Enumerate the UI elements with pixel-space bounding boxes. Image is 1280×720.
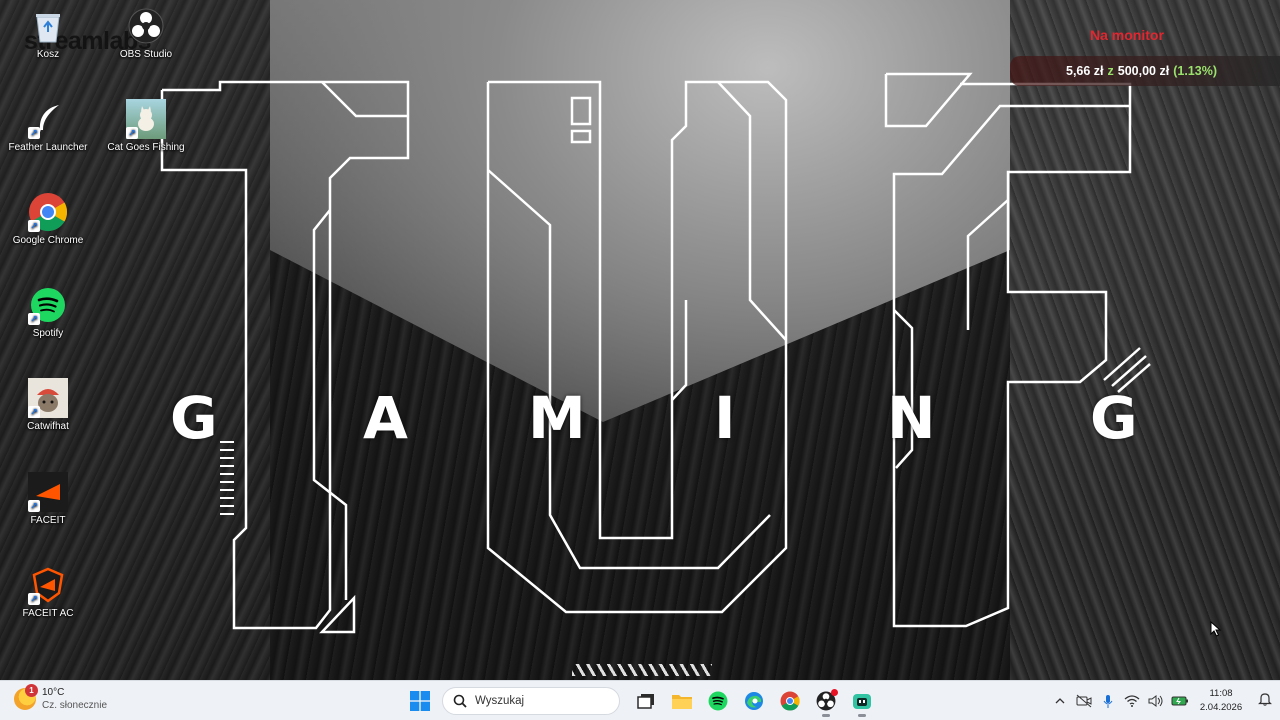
wifi-icon[interactable] [1120, 681, 1144, 720]
clock-date: 2.04.2026 [1199, 702, 1243, 713]
shortcut-arrow-icon: ↗ [28, 313, 40, 325]
obs-icon [126, 6, 166, 46]
weather-temp: 10°C [42, 687, 65, 698]
search-icon [453, 694, 467, 708]
desktop-icon-label: Kosz [36, 49, 60, 60]
wallpaper-letter-g: G [170, 384, 218, 452]
task-view-button[interactable] [630, 685, 662, 717]
stock-separator: z [1107, 64, 1114, 78]
faceit-ac-icon: ↗ [28, 565, 68, 605]
recycle-bin-icon [28, 6, 68, 46]
wallpaper-letter-g2: G [1090, 384, 1138, 452]
search-placeholder: Wyszukaj [475, 695, 525, 707]
weather-sun-icon: 1 [14, 684, 38, 710]
streamlabs-taskbar-button[interactable] [846, 685, 878, 717]
taskbar-search-box[interactable]: Wyszukaj [442, 687, 620, 715]
shortcut-arrow-icon: ↗ [28, 127, 40, 139]
edge-icon [745, 692, 763, 710]
desktop-icon-label: FACEIT [30, 515, 66, 526]
desktop-icon-cat-goes-fishing[interactable]: ↗ Cat Goes Fishing [101, 99, 191, 153]
weather-widget[interactable]: 1 10°C Cz. słonecznie [14, 684, 108, 712]
tray-overflow-chevron-icon[interactable] [1048, 681, 1072, 720]
taskbar-center: Wyszukaj [404, 685, 878, 717]
desktop-icon-label: FACEIT AC [22, 608, 74, 619]
wallpaper-letter-i: I [714, 384, 736, 452]
tuf-logo-outline [160, 72, 1151, 634]
desktop-icon-spotify[interactable]: ↗ Spotify [3, 285, 93, 339]
shortcut-arrow-icon: ↗ [126, 127, 138, 139]
edge-taskbar-button[interactable] [738, 685, 770, 717]
wallpaper-letter-m: M [528, 384, 586, 452]
battery-charging-icon[interactable] [1168, 681, 1192, 720]
clock-time: 11:08 [1209, 688, 1233, 699]
wallpaper-letter-a: A [363, 384, 408, 452]
taskbar-clock[interactable]: 11:08 2.04.2026 [1192, 687, 1250, 715]
desktop-icon-label: Feather Launcher [8, 142, 88, 153]
desktop-icon-catwifhat[interactable]: ↗ Catwifhat [3, 378, 93, 432]
spotify-taskbar-button[interactable] [702, 685, 734, 717]
faceit-icon: ↗ [28, 472, 68, 512]
task-view-icon [637, 694, 654, 709]
notification-badge: 1 [25, 684, 38, 697]
desktop-icon-faceit[interactable]: ↗ FACEIT [3, 472, 93, 526]
microphone-icon[interactable] [1096, 681, 1120, 720]
running-indicator [822, 714, 830, 717]
desktop-icon-label: Google Chrome [12, 235, 84, 246]
stock-price: 5,66 zł [1066, 64, 1104, 78]
desktop-icon-recycle-bin[interactable]: Kosz [3, 6, 93, 60]
chrome-icon: ↗ [28, 192, 68, 232]
start-button[interactable] [404, 685, 436, 717]
desktop-wallpaper: G A M I N G [0, 0, 1280, 680]
stock-widget-title: Na monitor [1090, 27, 1164, 43]
desktop-icon-obs[interactable]: OBS Studio [101, 6, 191, 60]
desktop-icon-google-chrome[interactable]: ↗ Google Chrome [3, 192, 93, 246]
desktop-icon-label: Cat Goes Fishing [107, 142, 185, 153]
spotify-icon [708, 691, 728, 711]
system-tray: 11:08 2.04.2026 [1048, 681, 1280, 720]
weather-condition: Cz. słonecznie [42, 700, 108, 711]
desktop-icon-faceit-ac[interactable]: ↗ FACEIT AC [3, 565, 93, 619]
mouse-cursor-icon [1210, 621, 1222, 637]
desktop-icon-label: Spotify [32, 328, 64, 339]
cat-goes-fishing-icon: ↗ [126, 99, 166, 139]
streamlabs-icon [853, 694, 871, 709]
shortcut-arrow-icon: ↗ [28, 220, 40, 232]
wallpaper-letter-n: N [887, 384, 936, 452]
catwifhat-icon: ↗ [28, 378, 68, 418]
obs-taskbar-button[interactable] [810, 685, 842, 717]
file-explorer-button[interactable] [666, 685, 698, 717]
wallpaper-stripes [572, 664, 712, 676]
desktop-icon-label: Catwifhat [27, 421, 69, 432]
chrome-taskbar-button[interactable] [774, 685, 806, 717]
stock-change: (1.13%) [1173, 64, 1217, 78]
camera-off-icon[interactable] [1072, 681, 1096, 720]
volume-icon[interactable] [1144, 681, 1168, 720]
running-indicator [858, 714, 866, 717]
stock-total: 500,00 zł [1117, 64, 1170, 78]
recording-dot-icon [831, 689, 838, 696]
desktop-icon-feather-launcher[interactable]: ↗ Feather Launcher [3, 99, 93, 153]
windows-start-icon [410, 691, 430, 711]
chrome-icon [780, 691, 800, 711]
notifications-bell-icon[interactable] [1250, 692, 1280, 711]
desktop-icon-label: OBS Studio [119, 49, 173, 60]
taskbar: 1 10°C Cz. słonecznie Wyszukaj 11:08 2.0… [0, 680, 1280, 720]
stock-widget[interactable]: 5,66 zł z 500,00 zł (1.13%) [1010, 56, 1280, 86]
feather-icon: ↗ [28, 99, 68, 139]
shortcut-arrow-icon: ↗ [28, 593, 40, 605]
spotify-icon: ↗ [28, 285, 68, 325]
file-explorer-icon [672, 695, 692, 709]
shortcut-arrow-icon: ↗ [28, 406, 40, 418]
shortcut-arrow-icon: ↗ [28, 500, 40, 512]
